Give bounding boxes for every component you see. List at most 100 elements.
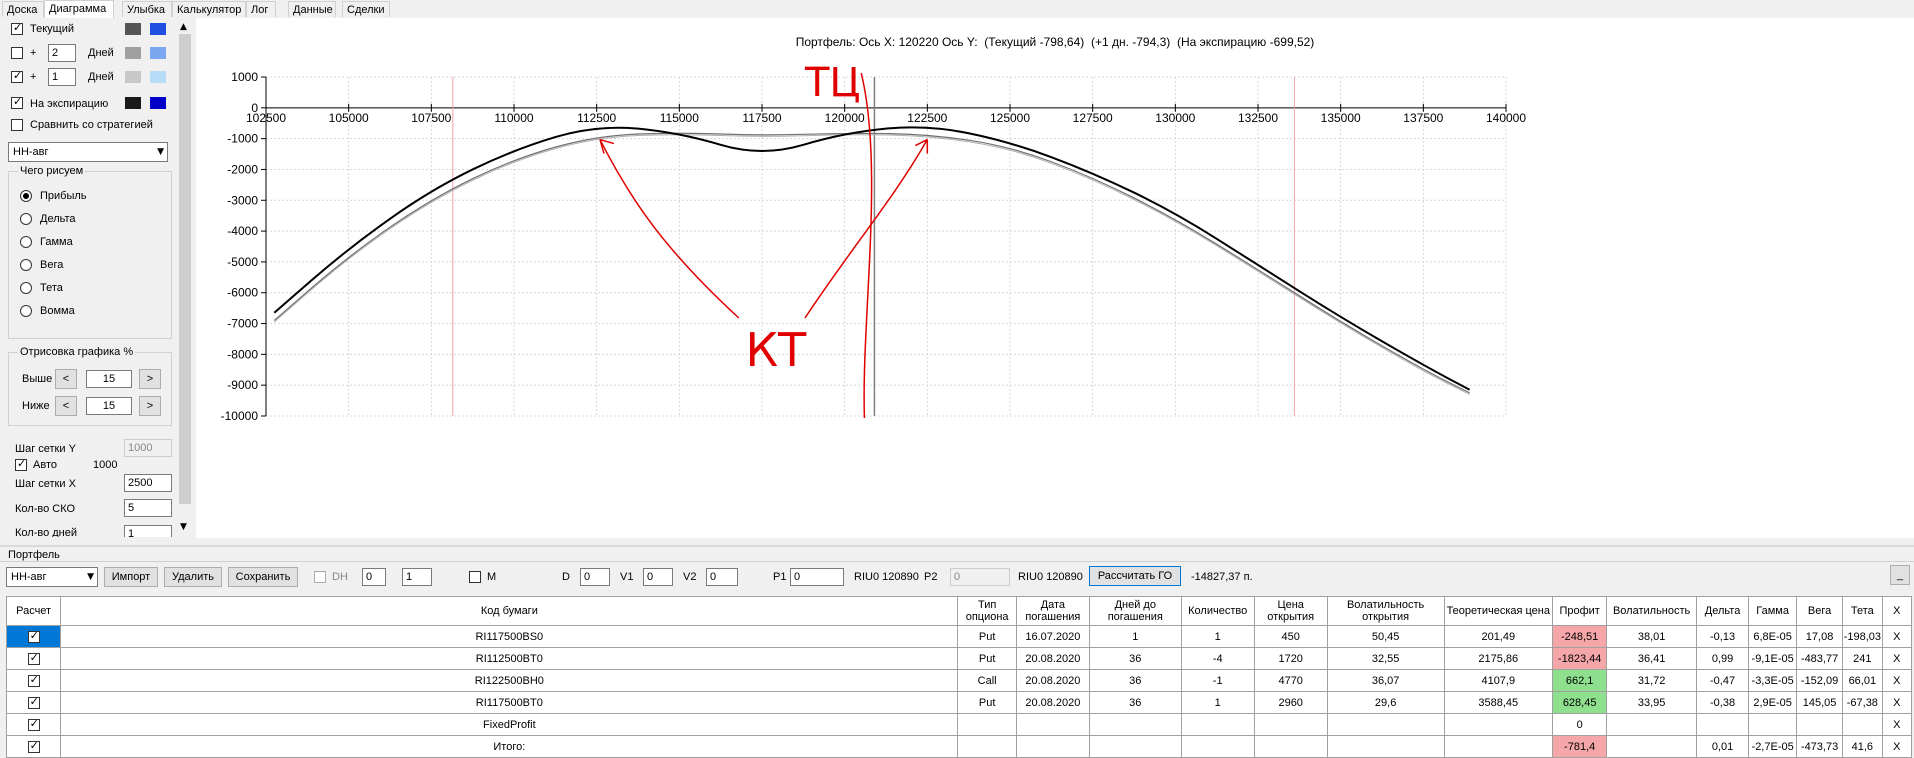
- expiry-checkbox[interactable]: [11, 95, 23, 109]
- table-row[interactable]: FixedProfit 0 X: [5, 713, 1913, 736]
- above-input[interactable]: 15: [86, 370, 132, 388]
- strategy-select[interactable]: НН-авг ▼: [8, 142, 168, 162]
- cell-delete[interactable]: X: [1881, 647, 1913, 670]
- table-row[interactable]: RI122500BH0Call20.08.202036-1477036,0741…: [5, 669, 1913, 692]
- cell-calc[interactable]: [5, 647, 62, 670]
- p2-input[interactable]: 0: [950, 568, 1010, 586]
- col-x[interactable]: X: [1881, 596, 1913, 626]
- plus2-days-input[interactable]: 1: [48, 68, 76, 86]
- radio-delta[interactable]: [20, 213, 32, 225]
- col-date[interactable]: Дата погашения: [1015, 596, 1090, 626]
- cell-delete[interactable]: X: [1881, 625, 1913, 648]
- plus1-checkbox[interactable]: [11, 47, 23, 59]
- col-vol[interactable]: Волатильность: [1606, 596, 1697, 626]
- tab-log[interactable]: Лог: [246, 1, 276, 17]
- radio-vomma[interactable]: [20, 305, 32, 317]
- radio-vega[interactable]: [20, 259, 32, 271]
- plus2-color-a[interactable]: [125, 71, 141, 83]
- grid-y-input[interactable]: 1000: [124, 439, 172, 457]
- portfolio-strategy-select[interactable]: НН-авг ▼: [6, 567, 98, 587]
- cell-delete[interactable]: X: [1881, 713, 1913, 736]
- tab-calculator[interactable]: Калькулятор: [172, 1, 246, 17]
- m-checkbox[interactable]: [469, 571, 481, 583]
- col-gamma[interactable]: Гамма: [1748, 596, 1798, 626]
- save-button[interactable]: Сохранить: [228, 567, 298, 587]
- above-increase-button[interactable]: >: [139, 369, 161, 389]
- table-row[interactable]: RI112500BT0Put20.08.202036-4172032,55217…: [5, 647, 1913, 670]
- col-vol-open[interactable]: Волатильность открытия: [1326, 596, 1445, 626]
- col-vega[interactable]: Вега: [1796, 596, 1844, 626]
- cell-calc[interactable]: [5, 625, 62, 648]
- col-calc[interactable]: Расчет: [5, 596, 62, 626]
- calc-checkbox[interactable]: [27, 739, 40, 753]
- cell-calc[interactable]: [5, 735, 62, 758]
- tab-data[interactable]: Данные: [288, 1, 336, 17]
- sko-input[interactable]: 5: [124, 499, 172, 517]
- v1-input[interactable]: 0: [643, 568, 673, 586]
- cell-calc[interactable]: [5, 713, 62, 736]
- col-days[interactable]: Дней до погашения: [1088, 596, 1182, 626]
- cell-calc[interactable]: [5, 669, 62, 692]
- current-color-b[interactable]: [150, 23, 166, 35]
- d-input[interactable]: 0: [580, 568, 610, 586]
- calc-checkbox[interactable]: [27, 695, 40, 709]
- radio-theta[interactable]: [20, 282, 32, 294]
- current-checkbox[interactable]: [11, 21, 23, 35]
- days-input[interactable]: 1: [124, 525, 172, 537]
- auto-checkbox[interactable]: [15, 457, 27, 471]
- splitter[interactable]: [0, 545, 1914, 547]
- col-delta[interactable]: Дельта: [1695, 596, 1750, 626]
- scroll-thumb[interactable]: [179, 34, 191, 504]
- import-button[interactable]: Импорт: [104, 567, 158, 587]
- scroll-down-icon[interactable]: ▼: [180, 522, 187, 532]
- dh-spin1[interactable]: 0: [362, 568, 386, 586]
- left-panel-scrollbar[interactable]: ▲ ▼: [178, 18, 192, 538]
- table-row[interactable]: RI117500BS0Put16.07.20201145050,45201,49…: [5, 625, 1913, 648]
- dh-spin2[interactable]: 1: [402, 568, 432, 586]
- cell-delete[interactable]: X: [1881, 735, 1913, 758]
- col-profit[interactable]: Профит: [1552, 596, 1608, 626]
- compare-checkbox[interactable]: [11, 119, 23, 131]
- v2-input[interactable]: 0: [706, 568, 738, 586]
- cell-delete[interactable]: X: [1881, 669, 1913, 692]
- below-increase-button[interactable]: >: [139, 396, 161, 416]
- delete-button[interactable]: Удалить: [164, 567, 222, 587]
- table-row[interactable]: RI117500BT0Put20.08.2020361296029,63588,…: [5, 691, 1913, 714]
- expiry-color-b[interactable]: [150, 97, 166, 109]
- col-price[interactable]: Цена открытия: [1253, 596, 1328, 626]
- col-theta[interactable]: Тета: [1842, 596, 1883, 626]
- plus2-checkbox[interactable]: [11, 69, 23, 83]
- calc-checkbox[interactable]: [27, 651, 40, 665]
- expiry-color-a[interactable]: [125, 97, 141, 109]
- col-code[interactable]: Код бумаги: [60, 596, 959, 626]
- dh-checkbox[interactable]: [314, 571, 326, 583]
- scroll-up-icon[interactable]: ▲: [180, 22, 187, 32]
- plus1-days-input[interactable]: 2: [48, 44, 76, 62]
- plus1-color-a[interactable]: [125, 47, 141, 59]
- table-row[interactable]: Итого: -781,4 0,01-2,7E-05-473,7341,6X: [5, 735, 1913, 758]
- calc-checkbox[interactable]: [27, 673, 40, 687]
- radio-gamma[interactable]: [20, 236, 32, 248]
- cell-delete[interactable]: X: [1881, 691, 1913, 714]
- calc-go-button[interactable]: Рассчитать ГО: [1089, 566, 1181, 586]
- tab-diagram[interactable]: Диаграмма: [44, 0, 114, 18]
- tab-deals[interactable]: Сделки: [342, 1, 390, 17]
- grid-x-input[interactable]: 2500: [124, 474, 172, 492]
- tab-board[interactable]: Доска: [2, 1, 44, 17]
- cell-calc[interactable]: [5, 691, 62, 714]
- plus2-color-b[interactable]: [150, 71, 166, 83]
- p1-input[interactable]: 0: [790, 568, 844, 586]
- tab-smile[interactable]: Улыбка: [122, 1, 172, 17]
- plus1-color-b[interactable]: [150, 47, 166, 59]
- calc-checkbox[interactable]: [27, 717, 40, 731]
- current-color-a[interactable]: [125, 23, 141, 35]
- above-decrease-button[interactable]: <: [55, 369, 77, 389]
- below-input[interactable]: 15: [86, 397, 132, 415]
- col-qty[interactable]: Количество: [1180, 596, 1255, 626]
- below-decrease-button[interactable]: <: [55, 396, 77, 416]
- profit-chart[interactable]: 10000-1000-2000-3000-4000-5000-6000-7000…: [196, 18, 1914, 538]
- col-type[interactable]: Тип опциона: [957, 596, 1017, 626]
- col-theo[interactable]: Теоретическая цена: [1443, 596, 1554, 626]
- calc-checkbox[interactable]: [27, 629, 40, 643]
- radio-profit[interactable]: [20, 190, 32, 202]
